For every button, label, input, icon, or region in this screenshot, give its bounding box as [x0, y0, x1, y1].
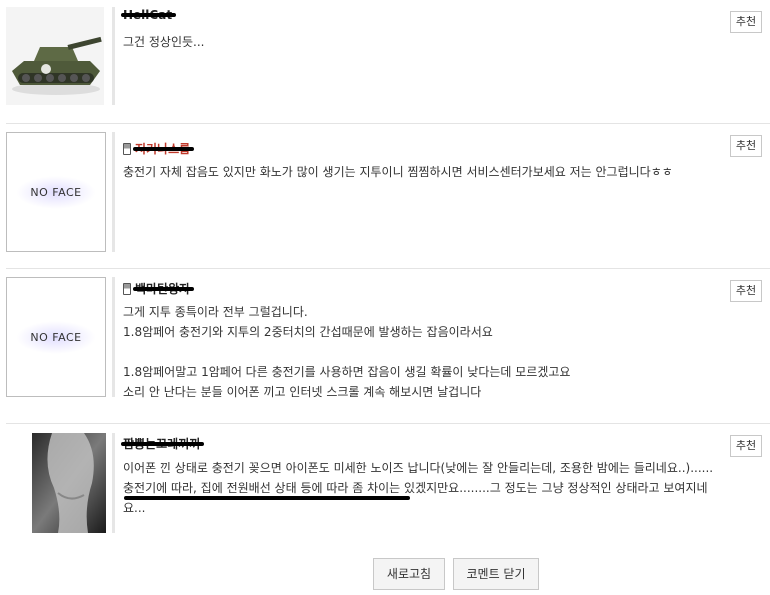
comment-item: HellCat 그건 정상인듯... 추천	[0, 0, 770, 120]
comment-item: NO FACE 지키나스룹 충전기 자체 잡음도 있지만 화노가 많이 생기는 …	[0, 124, 770, 264]
close-comments-button[interactable]: 코멘트 닫기	[453, 558, 539, 590]
comment-item: NO FACE 백마탄왕자 그게 지투 종특이라 전부 그럴겁니다. 1.8암페…	[0, 269, 770, 419]
comment-item: 짬뽕는꼬레끼끼 이어폰 낀 상태로 충전기 꽂으면 아이폰도 미세한 노이즈 납…	[0, 424, 770, 544]
recommend-button[interactable]: 추천	[730, 435, 762, 457]
highlight-underline	[124, 496, 410, 500]
nickname: 백마탄왕자	[123, 280, 195, 297]
divider-bar	[112, 132, 115, 252]
tank-icon	[6, 7, 104, 105]
avatar-placeholder: NO FACE	[16, 175, 96, 209]
nickname: 지키나스룹	[123, 140, 195, 157]
mobile-phone-icon	[123, 142, 131, 155]
nickname-text: 짬뽕는꼬레끼끼	[120, 437, 205, 451]
nickname-text: 백마탄왕자	[132, 282, 195, 296]
divider-bar	[112, 277, 115, 397]
recommend-button[interactable]: 추천	[730, 280, 762, 302]
recommend-button[interactable]: 추천	[730, 11, 762, 33]
comment-text: 이어폰 낀 상태로 충전기 꽂으면 아이폰도 미세한 노이즈 납니다(낮에는 잘…	[123, 461, 714, 515]
recommend-button[interactable]: 추천	[730, 135, 762, 157]
refresh-button[interactable]: 새로고침	[373, 558, 445, 590]
avatar: NO FACE	[6, 277, 106, 397]
avatar	[6, 7, 104, 105]
comment-text: 그건 정상인듯...	[123, 35, 205, 49]
avatar	[32, 433, 106, 533]
nickname: HellCat	[120, 8, 177, 22]
nickname-text: 지키나스룹	[132, 142, 195, 156]
nickname: 짬뽕는꼬레끼끼	[120, 435, 205, 452]
nickname-text: HellCat	[120, 8, 177, 22]
divider-bar	[112, 7, 115, 105]
avatar-placeholder: NO FACE	[16, 320, 96, 354]
avatar: NO FACE	[6, 132, 106, 252]
comment-text: 충전기 자체 잡음도 있지만 화노가 많이 생기는 지투이니 찜찜하시면 서비스…	[123, 165, 673, 179]
mobile-phone-icon	[123, 282, 131, 295]
photo-icon	[32, 433, 106, 533]
divider-bar	[112, 433, 115, 533]
comment-text: 그게 지투 종특이라 전부 그럴겁니다. 1.8암페어 충전기와 지투의 2중터…	[123, 305, 571, 399]
